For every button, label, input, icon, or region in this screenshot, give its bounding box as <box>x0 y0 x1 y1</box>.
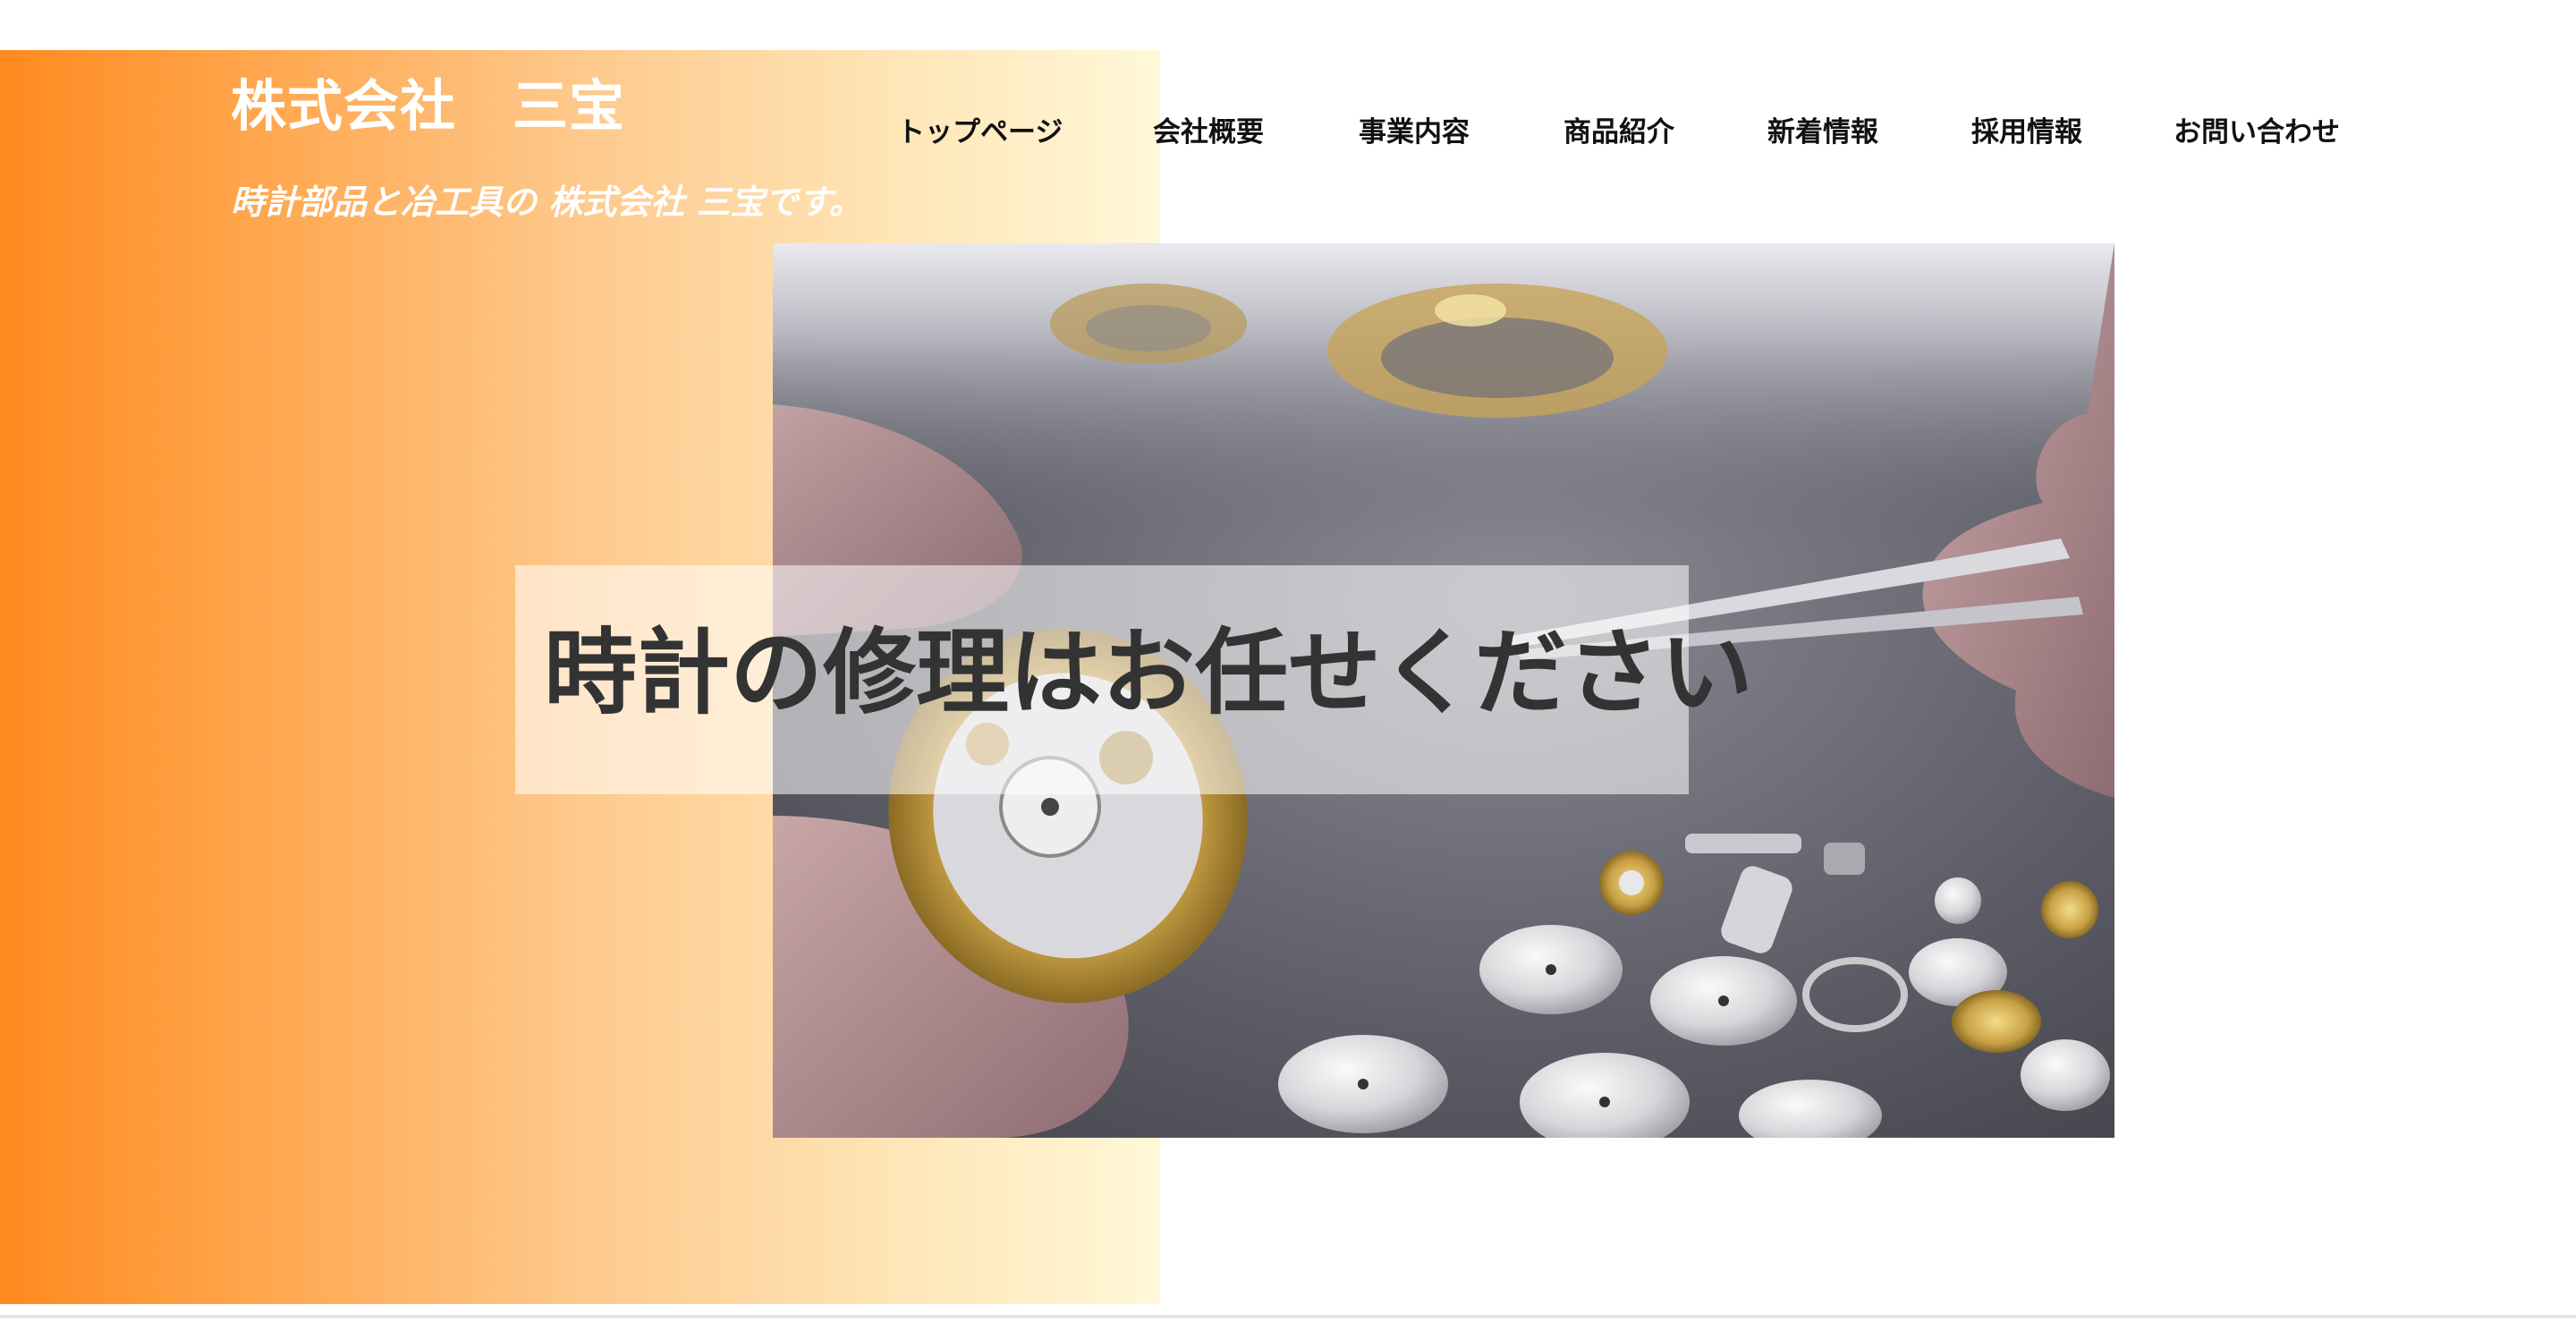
nav-item-company-overview[interactable]: 会社概要 <box>1153 116 1264 149</box>
nav-item-news[interactable]: 新着情報 <box>1767 116 1878 149</box>
nav-item-contact[interactable]: お問い合わせ <box>2174 116 2340 149</box>
nav-item-recruit[interactable]: 採用情報 <box>1971 116 2082 149</box>
bottom-divider <box>0 1315 2576 1318</box>
hero-caption: 時計の修理はお任せください <box>544 617 1754 727</box>
site-tagline: 時計部品と冶工具の 株式会社 三宝です。 <box>231 182 863 222</box>
nav-item-business[interactable]: 事業内容 <box>1359 116 1470 149</box>
nav-item-top-page[interactable]: トップページ <box>897 116 1063 149</box>
nav-item-products[interactable]: 商品紹介 <box>1563 116 1674 149</box>
company-name-logo[interactable]: 株式会社 三宝 <box>231 79 625 134</box>
